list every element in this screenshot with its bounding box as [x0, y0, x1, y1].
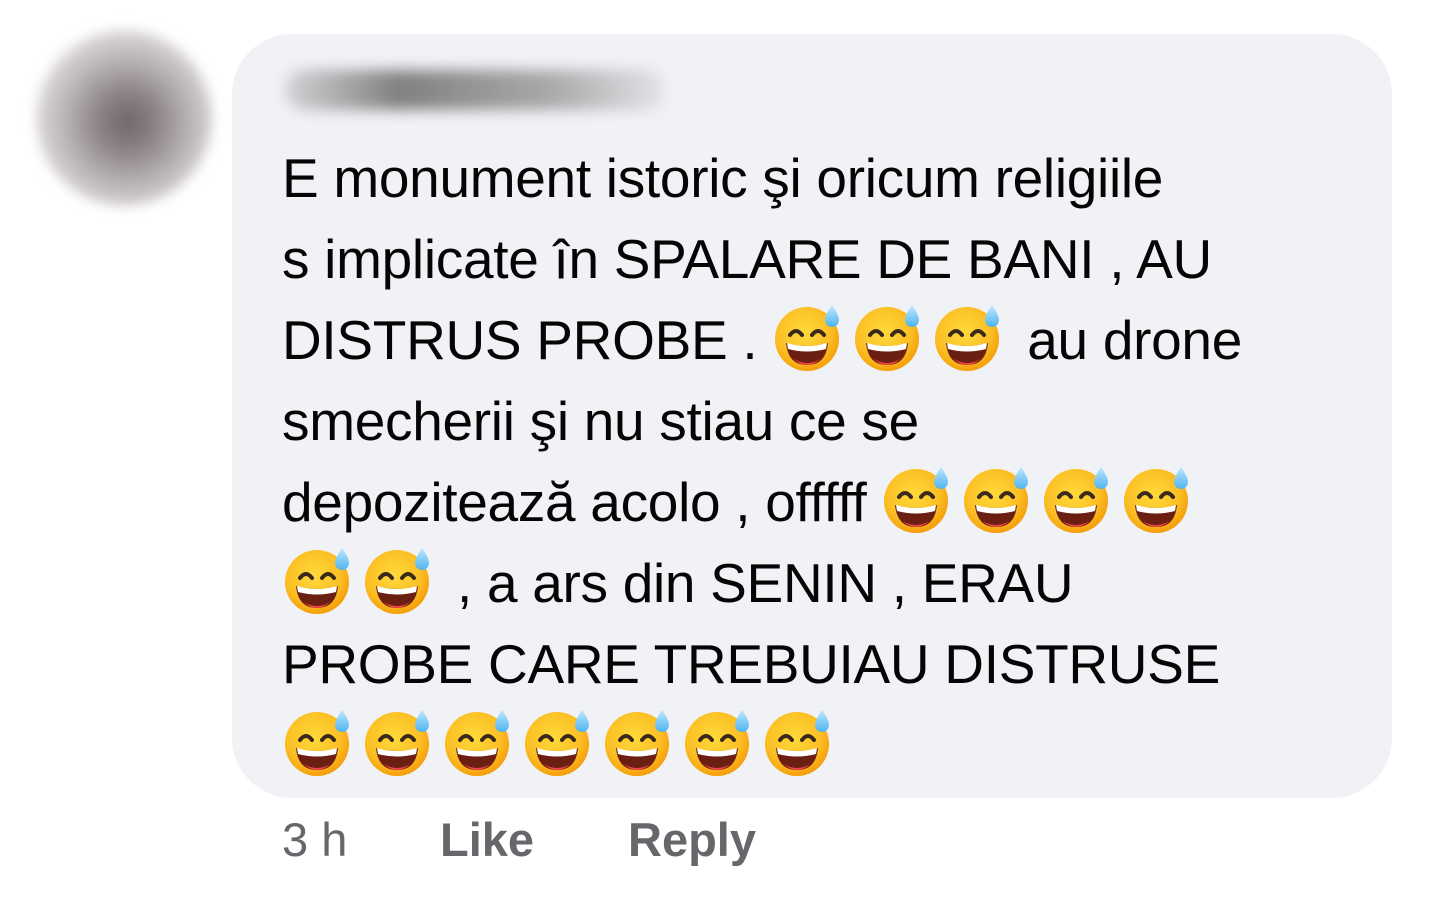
grinning-face-with-sweat-icon	[682, 706, 756, 778]
grinning-face-with-sweat-icon	[1121, 463, 1195, 535]
comment-line: s implicate în SPALARE DE BANI , AU	[282, 228, 1212, 290]
comment-line: DISTRUS PROBE . au drone	[282, 300, 1362, 381]
comment-text: , a ars din SENIN , ERAU	[442, 552, 1074, 614]
grinning-face-with-sweat-icon	[881, 463, 955, 535]
grinning-face-with-sweat-icon	[282, 544, 356, 616]
grinning-face-with-sweat-icon	[772, 301, 846, 373]
comment-line: depozitează acolo , offfff	[282, 462, 1362, 543]
grinning-face-with-sweat-icon	[522, 706, 596, 778]
comment-line: PROBE CARE TREBUIAU DISTRUSE	[282, 633, 1220, 695]
grinning-face-with-sweat-icon	[602, 706, 676, 778]
comment-line: E monument istoric şi oricum religiile	[282, 147, 1164, 209]
comment-line: smecherii şi nu stiau ce se	[282, 390, 919, 452]
like-button[interactable]: Like	[440, 808, 534, 872]
grinning-face-with-sweat-icon	[932, 301, 1006, 373]
grinning-face-with-sweat-icon	[362, 544, 436, 616]
grinning-face-with-sweat-icon	[852, 301, 926, 373]
comment-text: au drone	[1012, 309, 1242, 371]
grinning-face-with-sweat-icon	[762, 706, 836, 778]
avatar[interactable]	[36, 30, 212, 206]
comment-line	[282, 705, 1362, 786]
comment-text: DISTRUS PROBE .	[282, 309, 773, 371]
comment-line: , a ars din SENIN , ERAU	[282, 543, 1362, 624]
timestamp[interactable]: 3 h	[282, 808, 347, 872]
grinning-face-with-sweat-icon	[1041, 463, 1115, 535]
comment-body: E monument istoric şi oricum religiile s…	[282, 138, 1362, 786]
author-name[interactable]	[285, 70, 665, 110]
comment-text: depozitează acolo , offfff	[282, 471, 882, 533]
grinning-face-with-sweat-icon	[282, 706, 356, 778]
grinning-face-with-sweat-icon	[362, 706, 436, 778]
grinning-face-with-sweat-icon	[442, 706, 516, 778]
reply-button[interactable]: Reply	[628, 808, 756, 872]
grinning-face-with-sweat-icon	[961, 463, 1035, 535]
